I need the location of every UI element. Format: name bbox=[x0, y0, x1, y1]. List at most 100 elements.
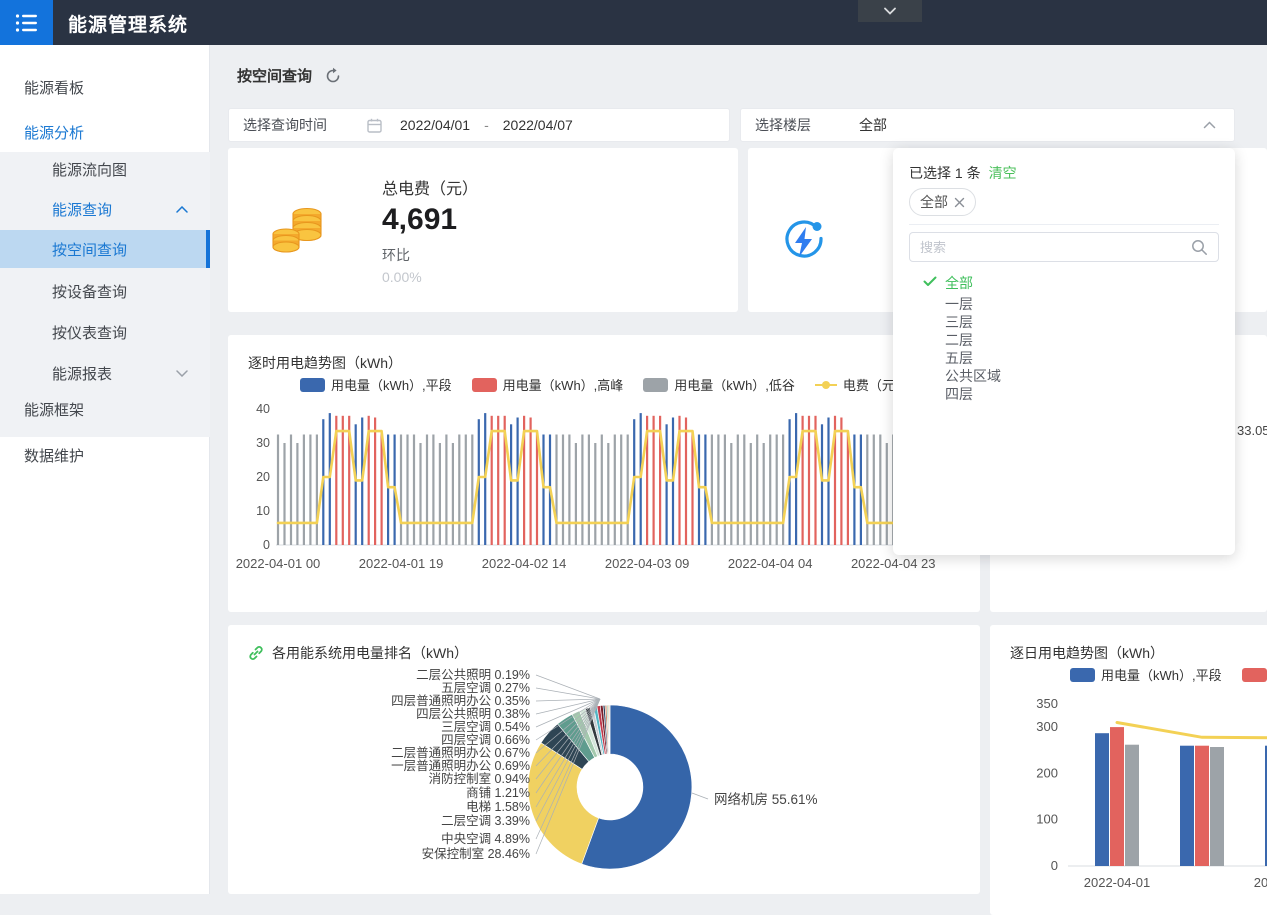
hourly-bar bbox=[536, 433, 538, 545]
sidebar-item-energy-analysis[interactable]: 能源分析 bbox=[0, 112, 210, 152]
hourly-bar bbox=[471, 435, 473, 546]
hourly-bar bbox=[776, 435, 778, 546]
close-icon[interactable] bbox=[954, 197, 965, 208]
hourly-bar bbox=[542, 435, 544, 546]
pie-label: 一层普通照明办公 0.69% bbox=[391, 758, 530, 773]
system-ranking-card: 各用能系统用电量排名（kWh） 二层公共照明 0.19%五层空调 0.27%四层… bbox=[228, 625, 980, 894]
hourly-trend-chart: 0102030402022-04-01 002022-04-01 192022-… bbox=[228, 335, 980, 612]
hourly-bar bbox=[309, 435, 311, 546]
hourly-bar bbox=[666, 424, 668, 545]
hourly-trend-card: 逐时用电趋势图（kWh） 用电量（kWh）,平段用电量（kWh）,高峰用电量（k… bbox=[228, 335, 980, 612]
hourly-bar bbox=[866, 435, 868, 546]
hourly-bar bbox=[724, 435, 726, 546]
selected-tag-label: 全部 bbox=[920, 192, 948, 212]
hourly-bar bbox=[413, 435, 415, 546]
selected-count-text: 已选择 1 条 bbox=[909, 163, 981, 183]
hourly-bar bbox=[614, 435, 616, 546]
daily-bar bbox=[1125, 745, 1139, 866]
sidebar-item-energy-frame[interactable]: 能源框架 bbox=[0, 389, 210, 429]
y-tick-label: 40 bbox=[256, 402, 270, 416]
hourly-bar bbox=[737, 435, 739, 546]
hourly-bar bbox=[873, 435, 875, 546]
clear-selection-button[interactable]: 清空 bbox=[989, 163, 1017, 183]
sidebar-toggle-button[interactable] bbox=[0, 0, 53, 45]
partial-value-text: 33.05 bbox=[1237, 423, 1267, 438]
sidebar-item-query-by-meter[interactable]: 按仪表查询 bbox=[0, 312, 210, 352]
hourly-bar bbox=[698, 435, 700, 546]
floor-option-all[interactable]: 全部 bbox=[945, 274, 973, 292]
hourly-bar bbox=[795, 413, 797, 545]
sidebar-item-query-by-device[interactable]: 按设备查询 bbox=[0, 271, 210, 311]
hourly-bar bbox=[756, 435, 758, 546]
hourly-bar bbox=[763, 443, 765, 545]
sidebar-item-energy-board[interactable]: 能源看板 bbox=[0, 67, 210, 107]
search-input[interactable] bbox=[920, 240, 1191, 255]
hourly-bar bbox=[691, 433, 693, 545]
floor-option-floor1[interactable]: 一层 bbox=[945, 295, 973, 313]
check-icon bbox=[923, 276, 937, 287]
y-tick-label: 100 bbox=[1036, 812, 1058, 827]
x-tick-label: 2022-04-04 23 bbox=[851, 556, 936, 571]
hourly-bar bbox=[711, 435, 713, 546]
pie-label: 二层公共照明 0.19% bbox=[416, 668, 530, 682]
hourly-bar bbox=[452, 443, 454, 545]
floor-option-floor3[interactable]: 三层 bbox=[945, 313, 973, 331]
app-title: 能源管理系统 bbox=[68, 10, 188, 37]
sidebar-nav: 能源看板 能源分析 能源流向图 能源查询 按空间查询 按设备查询 按仪表查询 能… bbox=[0, 45, 210, 894]
sidebar-item-data-maintenance[interactable]: 数据维护 bbox=[0, 435, 210, 475]
x-tick-label: 2022-04-01 00 bbox=[236, 556, 321, 571]
hourly-bar bbox=[530, 418, 532, 546]
floor-option-floor4[interactable]: 四层 bbox=[945, 385, 973, 403]
pie-label: 三层空调 0.54% bbox=[441, 720, 530, 734]
y-tick-label: 10 bbox=[256, 504, 270, 518]
x-tick-label: 2022-04-02 14 bbox=[482, 556, 567, 571]
daily-trend-card: 逐日用电趋势图（kWh） 用电量（kWh）,平段用电量（kWh）,高峰 0100… bbox=[990, 625, 1267, 915]
hourly-bar bbox=[588, 435, 590, 546]
hourly-bar bbox=[653, 416, 655, 545]
hourly-bar bbox=[627, 435, 629, 546]
hourly-bar bbox=[400, 435, 402, 546]
date-range-picker[interactable]: 选择查询时间 2022/04/01 - 2022/04/07 bbox=[228, 108, 730, 142]
sidebar-item-energy-report[interactable]: 能源报表 bbox=[0, 353, 210, 393]
sidebar-item-energy-query[interactable]: 能源查询 bbox=[0, 189, 210, 229]
divider bbox=[909, 224, 1219, 225]
hourly-bar bbox=[277, 435, 279, 546]
hourly-bar bbox=[290, 435, 292, 546]
mom-value: 0.00% bbox=[382, 269, 478, 285]
hourly-bar bbox=[821, 424, 823, 545]
y-tick-label: 200 bbox=[1036, 765, 1058, 780]
calendar-icon bbox=[367, 118, 382, 133]
hourly-bar bbox=[581, 435, 583, 546]
hourly-bar bbox=[283, 443, 285, 545]
pie-leader-line bbox=[536, 699, 600, 701]
sidebar-item-energy-flow[interactable]: 能源流向图 bbox=[0, 149, 210, 189]
floor-select-value: 全部 bbox=[859, 115, 887, 135]
hourly-bar bbox=[497, 416, 499, 545]
pie-slice bbox=[609, 705, 610, 754]
hourly-bar bbox=[607, 443, 609, 545]
y-tick-label: 0 bbox=[263, 538, 270, 552]
hourly-bar bbox=[750, 443, 752, 545]
hourly-bar bbox=[562, 435, 564, 546]
mom-label: 环比 bbox=[382, 245, 478, 265]
hourly-bar bbox=[840, 418, 842, 546]
floor-option-floor2[interactable]: 二层 bbox=[945, 331, 973, 349]
sidebar-item-query-by-space[interactable]: 按空间查询 bbox=[0, 230, 210, 268]
hamburger-icon bbox=[15, 13, 39, 33]
floor-select[interactable]: 选择楼层 全部 bbox=[740, 108, 1235, 142]
hourly-bar bbox=[374, 418, 376, 546]
hourly-bar bbox=[381, 433, 383, 545]
floor-option-floor5[interactable]: 五层 bbox=[945, 349, 973, 367]
floor-option-public[interactable]: 公共区域 bbox=[945, 367, 1001, 385]
daily-bar bbox=[1180, 746, 1194, 866]
search-icon[interactable] bbox=[1191, 239, 1208, 256]
hourly-bar bbox=[329, 413, 331, 545]
hourly-bar bbox=[355, 424, 357, 545]
hourly-bar bbox=[445, 435, 447, 546]
daily-bar bbox=[1210, 747, 1224, 866]
header-dropdown-button[interactable] bbox=[858, 0, 922, 22]
hourly-bar bbox=[685, 418, 687, 546]
date-range-label: 选择查询时间 bbox=[243, 115, 327, 135]
selected-tag[interactable]: 全部 bbox=[909, 188, 976, 216]
refresh-icon[interactable] bbox=[324, 67, 342, 85]
